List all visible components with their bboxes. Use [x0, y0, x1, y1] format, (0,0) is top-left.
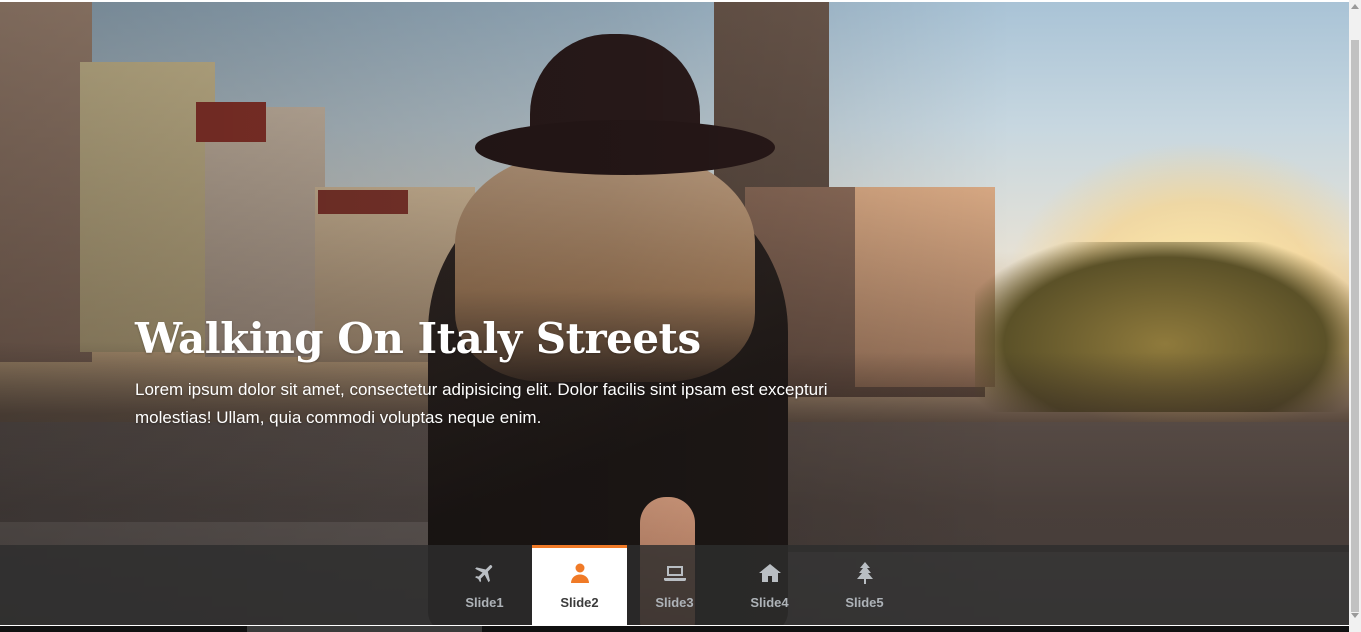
- tab-label: Slide4: [750, 595, 789, 610]
- plane-icon: [472, 560, 498, 586]
- tab-slide2[interactable]: Slide2: [532, 545, 627, 625]
- slide-nav-bar: Slide1 Slide2 Slide3 Slide4 Slide5: [0, 545, 1349, 625]
- slide-title: Walking On Italy Streets: [135, 314, 701, 363]
- scroll-up-arrow-icon[interactable]: [1351, 4, 1359, 9]
- tab-slide5[interactable]: Slide5: [817, 545, 912, 625]
- slide-description: Lorem ipsum dolor sit amet, consectetur …: [135, 380, 828, 427]
- laptop-icon: [662, 560, 688, 586]
- tab-label: Slide2: [560, 595, 599, 610]
- slide-caption: Walking On Italy Streets Lorem ipsum dol…: [135, 310, 835, 432]
- scrollbar-thumb[interactable]: [1351, 40, 1359, 612]
- bottom-strip: [0, 626, 1349, 632]
- tree-icon: [852, 560, 878, 586]
- tab-slide4[interactable]: Slide4: [722, 545, 817, 625]
- bottom-strip-segment: [247, 626, 482, 632]
- home-icon: [757, 560, 783, 586]
- tab-label: Slide3: [655, 595, 694, 610]
- scroll-down-arrow-icon[interactable]: [1351, 613, 1359, 618]
- tab-slide1[interactable]: Slide1: [437, 545, 532, 625]
- page: Walking On Italy Streets Lorem ipsum dol…: [0, 0, 1361, 632]
- user-icon: [567, 560, 593, 586]
- tab-label: Slide5: [845, 595, 884, 610]
- slide-tabs: Slide1 Slide2 Slide3 Slide4 Slide5: [437, 545, 912, 625]
- tab-slide3[interactable]: Slide3: [627, 545, 722, 625]
- tab-label: Slide1: [465, 595, 504, 610]
- vertical-scrollbar[interactable]: [1349, 0, 1361, 632]
